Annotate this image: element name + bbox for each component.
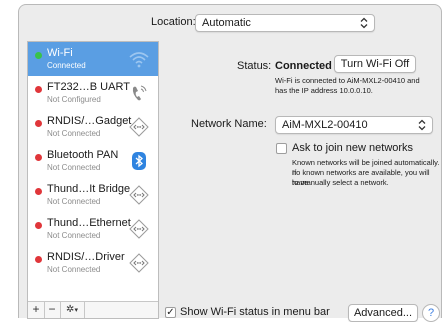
service-status: Not Configured xyxy=(47,95,101,104)
network-name-label: Network Name: xyxy=(191,118,267,130)
status-dot xyxy=(35,86,42,93)
remove-service-button[interactable]: − xyxy=(44,302,61,318)
network-preferences-window: Location: Automatic Wi-Fi Connected FT23… xyxy=(18,4,442,322)
location-value: Automatic xyxy=(202,17,251,29)
service-name: Wi-Fi xyxy=(47,47,73,59)
status-dot xyxy=(35,256,42,263)
service-item-rndis-driver[interactable]: RNDIS/…Driver Not Connected xyxy=(28,246,158,280)
location-label: Location: xyxy=(151,16,196,28)
status-label: Status: xyxy=(237,60,272,72)
status-dot xyxy=(35,188,42,195)
show-wifi-status-checkbox[interactable]: ✓ xyxy=(165,307,176,318)
service-item-rndis-gadget[interactable]: RNDIS/…Gadget Not Connected xyxy=(28,110,158,144)
ask-join-detail-line-3: to manually select a network. xyxy=(292,178,389,187)
ask-join-checkbox[interactable] xyxy=(276,143,287,154)
bluetooth-icon xyxy=(132,152,146,170)
network-name-value: AiM-MXL2-00410 xyxy=(282,119,368,131)
add-service-button[interactable]: + xyxy=(28,302,45,318)
status-dot xyxy=(35,222,42,229)
location-row: Location: Automatic xyxy=(19,13,441,33)
service-item-thunderbolt-ethernet[interactable]: Thund…Ethernet Not Connected xyxy=(28,212,158,246)
location-select[interactable]: Automatic xyxy=(195,14,375,32)
service-status: Not Connected xyxy=(47,197,101,206)
service-item-bluetooth-pan[interactable]: Bluetooth PAN Not Connected xyxy=(28,144,158,178)
service-status: Connected xyxy=(47,61,86,70)
service-status: Not Connected xyxy=(47,265,101,274)
status-dot xyxy=(35,120,42,127)
updown-arrows-icon xyxy=(418,119,426,131)
ethernet-icon xyxy=(129,117,149,137)
service-status: Not Connected xyxy=(47,129,101,138)
network-name-select[interactable]: AiM-MXL2-00410 xyxy=(275,116,433,134)
service-status: Not Connected xyxy=(47,231,101,240)
service-name: Bluetooth PAN xyxy=(47,149,119,161)
service-item-ft232-uart[interactable]: FT232…B UART Not Configured xyxy=(28,76,158,110)
status-dot xyxy=(35,154,42,161)
status-detail-line-2: has the IP address 10.0.0.10. xyxy=(275,86,373,95)
advanced-button[interactable]: Advanced... xyxy=(348,304,418,322)
status-dot xyxy=(35,52,42,59)
help-button[interactable]: ? xyxy=(422,304,440,322)
updown-arrows-icon xyxy=(360,17,368,29)
status-value: Connected xyxy=(275,60,332,72)
service-status: Not Connected xyxy=(47,163,101,172)
wifi-icon xyxy=(129,52,149,68)
service-list-toolbar: + − ✲▾ xyxy=(28,301,158,318)
service-name: Thund…Ethernet xyxy=(47,217,131,229)
service-item-thunderbolt-bridge[interactable]: Thund…It Bridge Not Connected xyxy=(28,178,158,212)
ethernet-icon xyxy=(129,253,149,273)
gear-menu-button[interactable]: ✲▾ xyxy=(60,302,85,318)
turn-wifi-off-button[interactable]: Turn Wi-Fi Off xyxy=(334,55,416,73)
service-name: FT232…B UART xyxy=(47,81,130,93)
ask-join-label: Ask to join new networks xyxy=(292,142,414,154)
service-list: Wi-Fi Connected FT232…B UART Not Configu… xyxy=(27,41,159,319)
service-name: RNDIS/…Driver xyxy=(47,251,125,263)
phone-icon xyxy=(132,85,147,101)
status-detail-line-1: Wi-Fi is connected to AiM-MXL2-00410 and xyxy=(275,76,420,85)
show-wifi-status-label: Show Wi-Fi status in menu bar xyxy=(180,306,330,318)
service-name: RNDIS/…Gadget xyxy=(47,115,132,127)
service-name: Thund…It Bridge xyxy=(47,183,131,195)
ethernet-icon xyxy=(129,219,149,239)
chevron-down-icon: ▾ xyxy=(74,307,78,314)
service-item-wifi[interactable]: Wi-Fi Connected xyxy=(28,42,158,76)
ethernet-icon xyxy=(129,185,149,205)
checkmark-icon: ✓ xyxy=(166,307,175,318)
